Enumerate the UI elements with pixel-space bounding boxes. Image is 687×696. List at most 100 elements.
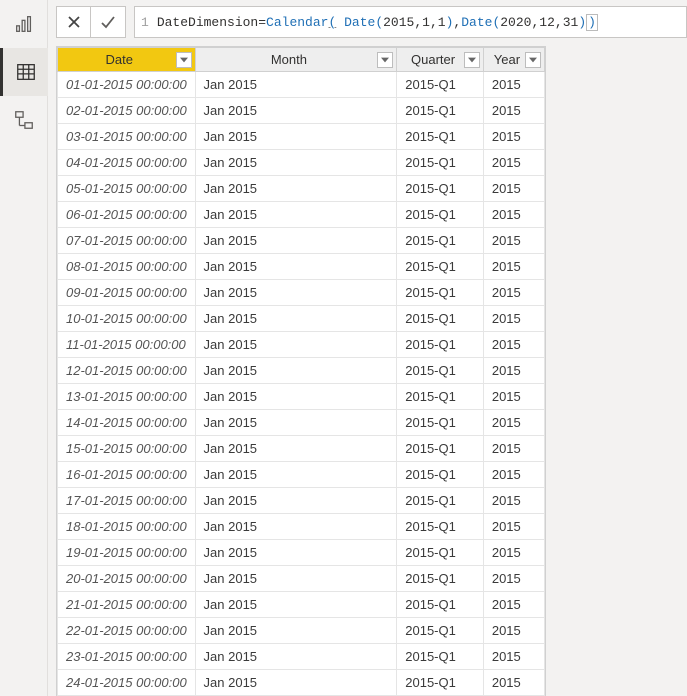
data-view-button[interactable] <box>0 48 48 96</box>
table-cell[interactable]: Jan 2015 <box>195 202 397 228</box>
table-cell[interactable]: 2015-Q1 <box>397 228 484 254</box>
table-cell[interactable]: 2015-Q1 <box>397 436 484 462</box>
table-cell[interactable]: 2015 <box>483 514 544 540</box>
table-cell[interactable]: 2015-Q1 <box>397 150 484 176</box>
table-cell[interactable]: 2015 <box>483 254 544 280</box>
table-cell[interactable]: Jan 2015 <box>195 228 397 254</box>
table-row[interactable]: 20-01-2015 00:00:00Jan 20152015-Q12015 <box>58 566 545 592</box>
table-cell[interactable]: Jan 2015 <box>195 384 397 410</box>
table-cell[interactable]: Jan 2015 <box>195 254 397 280</box>
table-cell[interactable]: 2015 <box>483 280 544 306</box>
table-cell[interactable]: 24-01-2015 00:00:00 <box>58 670 196 696</box>
column-header-date[interactable]: Date <box>58 48 196 72</box>
table-row[interactable]: 19-01-2015 00:00:00Jan 20152015-Q12015 <box>58 540 545 566</box>
table-cell[interactable]: Jan 2015 <box>195 176 397 202</box>
table-cell[interactable]: 09-01-2015 00:00:00 <box>58 280 196 306</box>
table-cell[interactable]: 2015 <box>483 566 544 592</box>
table-cell[interactable]: 2015 <box>483 176 544 202</box>
column-filter-button[interactable] <box>377 52 393 68</box>
column-filter-button[interactable] <box>176 52 192 68</box>
table-cell[interactable]: 2015 <box>483 124 544 150</box>
table-row[interactable]: 23-01-2015 00:00:00Jan 20152015-Q12015 <box>58 644 545 670</box>
table-cell[interactable]: 2015-Q1 <box>397 462 484 488</box>
table-cell[interactable]: Jan 2015 <box>195 98 397 124</box>
table-cell[interactable]: Jan 2015 <box>195 670 397 696</box>
table-row[interactable]: 01-01-2015 00:00:00Jan 20152015-Q12015 <box>58 72 545 98</box>
table-cell[interactable]: 2015-Q1 <box>397 410 484 436</box>
table-cell[interactable]: 12-01-2015 00:00:00 <box>58 358 196 384</box>
table-cell[interactable]: 2015-Q1 <box>397 644 484 670</box>
table-cell[interactable]: 2015 <box>483 228 544 254</box>
model-view-button[interactable] <box>0 96 48 144</box>
table-cell[interactable]: 04-01-2015 00:00:00 <box>58 150 196 176</box>
table-cell[interactable]: 2015-Q1 <box>397 592 484 618</box>
table-cell[interactable]: 23-01-2015 00:00:00 <box>58 644 196 670</box>
table-row[interactable]: 11-01-2015 00:00:00Jan 20152015-Q12015 <box>58 332 545 358</box>
table-row[interactable]: 21-01-2015 00:00:00Jan 20152015-Q12015 <box>58 592 545 618</box>
table-cell[interactable]: 06-01-2015 00:00:00 <box>58 202 196 228</box>
table-row[interactable]: 04-01-2015 00:00:00Jan 20152015-Q12015 <box>58 150 545 176</box>
table-cell[interactable]: 2015-Q1 <box>397 176 484 202</box>
table-cell[interactable]: Jan 2015 <box>195 332 397 358</box>
table-row[interactable]: 14-01-2015 00:00:00Jan 20152015-Q12015 <box>58 410 545 436</box>
commit-button[interactable] <box>91 7 125 37</box>
report-view-button[interactable] <box>0 0 48 48</box>
table-cell[interactable]: 17-01-2015 00:00:00 <box>58 488 196 514</box>
table-cell[interactable]: 13-01-2015 00:00:00 <box>58 384 196 410</box>
table-row[interactable]: 05-01-2015 00:00:00Jan 20152015-Q12015 <box>58 176 545 202</box>
table-cell[interactable]: Jan 2015 <box>195 540 397 566</box>
table-cell[interactable]: 2015-Q1 <box>397 618 484 644</box>
table-cell[interactable]: 02-01-2015 00:00:00 <box>58 98 196 124</box>
table-cell[interactable]: 2015 <box>483 436 544 462</box>
table-cell[interactable]: 2015 <box>483 98 544 124</box>
table-cell[interactable]: Jan 2015 <box>195 358 397 384</box>
table-cell[interactable]: 2015 <box>483 618 544 644</box>
table-cell[interactable]: 15-01-2015 00:00:00 <box>58 436 196 462</box>
table-cell[interactable]: 03-01-2015 00:00:00 <box>58 124 196 150</box>
table-cell[interactable]: 2015 <box>483 488 544 514</box>
table-cell[interactable]: 2015-Q1 <box>397 72 484 98</box>
table-cell[interactable]: 2015 <box>483 592 544 618</box>
table-cell[interactable]: 2015 <box>483 150 544 176</box>
table-cell[interactable]: 2015 <box>483 202 544 228</box>
table-cell[interactable]: 01-01-2015 00:00:00 <box>58 72 196 98</box>
table-row[interactable]: 03-01-2015 00:00:00Jan 20152015-Q12015 <box>58 124 545 150</box>
formula-bar[interactable]: 1 DateDimension = Calendar( Date(2015, 1… <box>134 6 687 38</box>
table-cell[interactable]: 2015-Q1 <box>397 358 484 384</box>
table-cell[interactable]: Jan 2015 <box>195 150 397 176</box>
table-cell[interactable]: 2015 <box>483 462 544 488</box>
table-row[interactable]: 08-01-2015 00:00:00Jan 20152015-Q12015 <box>58 254 545 280</box>
column-header-month[interactable]: Month <box>195 48 397 72</box>
table-cell[interactable]: 2015 <box>483 358 544 384</box>
column-filter-button[interactable] <box>525 52 541 68</box>
table-row[interactable]: 24-01-2015 00:00:00Jan 20152015-Q12015 <box>58 670 545 696</box>
table-row[interactable]: 16-01-2015 00:00:00Jan 20152015-Q12015 <box>58 462 545 488</box>
table-cell[interactable]: 2015 <box>483 670 544 696</box>
table-row[interactable]: 22-01-2015 00:00:00Jan 20152015-Q12015 <box>58 618 545 644</box>
table-cell[interactable]: Jan 2015 <box>195 514 397 540</box>
table-row[interactable]: 02-01-2015 00:00:00Jan 20152015-Q12015 <box>58 98 545 124</box>
table-cell[interactable]: Jan 2015 <box>195 436 397 462</box>
table-cell[interactable]: 14-01-2015 00:00:00 <box>58 410 196 436</box>
table-row[interactable]: 17-01-2015 00:00:00Jan 20152015-Q12015 <box>58 488 545 514</box>
table-cell[interactable]: 2015 <box>483 540 544 566</box>
table-cell[interactable]: 2015 <box>483 410 544 436</box>
table-cell[interactable]: Jan 2015 <box>195 280 397 306</box>
table-cell[interactable]: 2015-Q1 <box>397 540 484 566</box>
table-cell[interactable]: 2015-Q1 <box>397 280 484 306</box>
table-cell[interactable]: 2015 <box>483 644 544 670</box>
table-cell[interactable]: Jan 2015 <box>195 72 397 98</box>
table-cell[interactable]: 2015-Q1 <box>397 332 484 358</box>
table-cell[interactable]: 2015-Q1 <box>397 254 484 280</box>
table-cell[interactable]: 20-01-2015 00:00:00 <box>58 566 196 592</box>
table-cell[interactable]: 2015-Q1 <box>397 384 484 410</box>
table-cell[interactable]: 2015-Q1 <box>397 202 484 228</box>
table-cell[interactable]: 2015-Q1 <box>397 306 484 332</box>
table-row[interactable]: 07-01-2015 00:00:00Jan 20152015-Q12015 <box>58 228 545 254</box>
table-cell[interactable]: 2015-Q1 <box>397 514 484 540</box>
table-row[interactable]: 15-01-2015 00:00:00Jan 20152015-Q12015 <box>58 436 545 462</box>
table-cell[interactable]: 22-01-2015 00:00:00 <box>58 618 196 644</box>
column-header-quarter[interactable]: Quarter <box>397 48 484 72</box>
table-cell[interactable]: 16-01-2015 00:00:00 <box>58 462 196 488</box>
table-row[interactable]: 13-01-2015 00:00:00Jan 20152015-Q12015 <box>58 384 545 410</box>
